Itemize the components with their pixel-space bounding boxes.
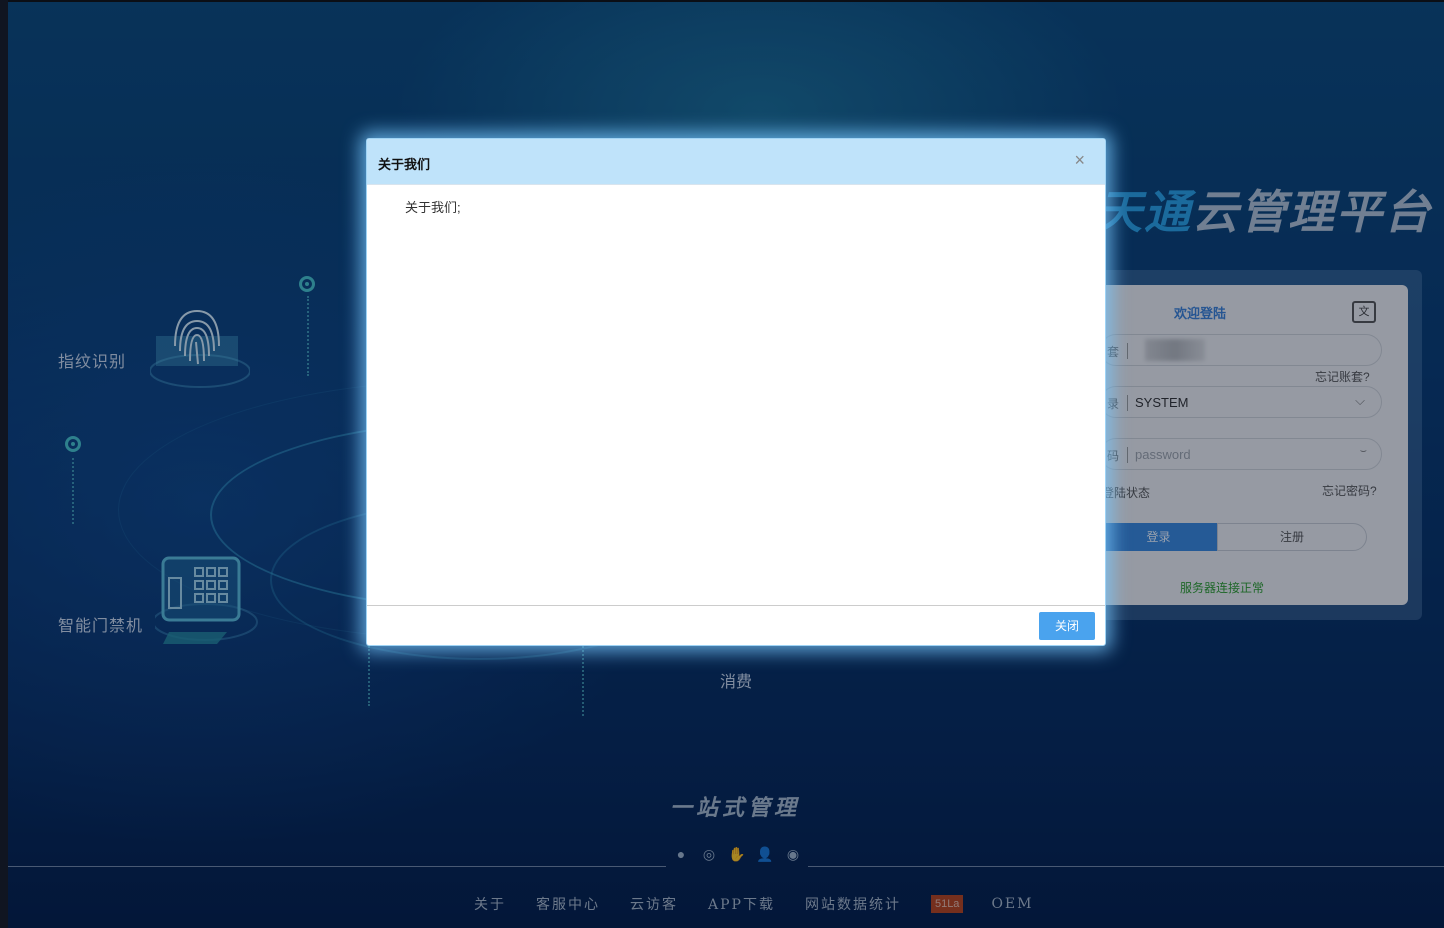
modal-header: 关于我们 ×: [367, 139, 1105, 185]
modal-footer: 关闭: [367, 605, 1105, 645]
modal-body: 关于我们;: [367, 185, 1105, 605]
modal-content: 关于我们;: [405, 200, 461, 215]
modal-title: 关于我们: [378, 157, 431, 172]
close-icon[interactable]: ×: [1074, 151, 1085, 169]
close-button[interactable]: 关闭: [1039, 612, 1095, 640]
about-modal: 关于我们 × 关于我们; 关闭: [366, 138, 1106, 646]
